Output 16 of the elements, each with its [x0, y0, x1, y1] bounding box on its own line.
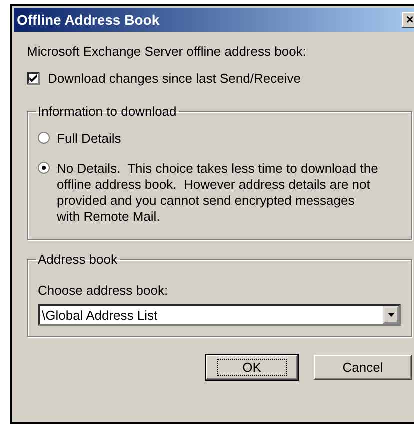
group-title: Address book [37, 252, 118, 267]
cancel-button[interactable]: Cancel [314, 355, 412, 380]
radio-button[interactable] [38, 132, 50, 144]
radio-label: Full Details [57, 131, 122, 147]
checkbox[interactable] [27, 72, 40, 85]
close-button[interactable]: × [402, 12, 414, 28]
intro-text: Microsoft Exchange Server offline address book: [27, 44, 308, 59]
checkbox-label: Download changes since last Send/Receive [48, 71, 301, 86]
group-title: Information to download [37, 104, 178, 119]
window-title: Offline Address Book [17, 12, 160, 28]
dropdown-value: \Global Address List [42, 308, 158, 322]
radio-label: No Details. This choice takes less time to download the offline address book. However address details are not provided and you cannot send encrypted messages with Remote Mail. [57, 161, 379, 225]
ok-button[interactable]: OK [206, 355, 298, 380]
address-book-dropdown[interactable]: \Global Address List [38, 304, 401, 326]
field-label: Choose address book: [38, 283, 170, 298]
radio-button[interactable] [38, 162, 50, 174]
